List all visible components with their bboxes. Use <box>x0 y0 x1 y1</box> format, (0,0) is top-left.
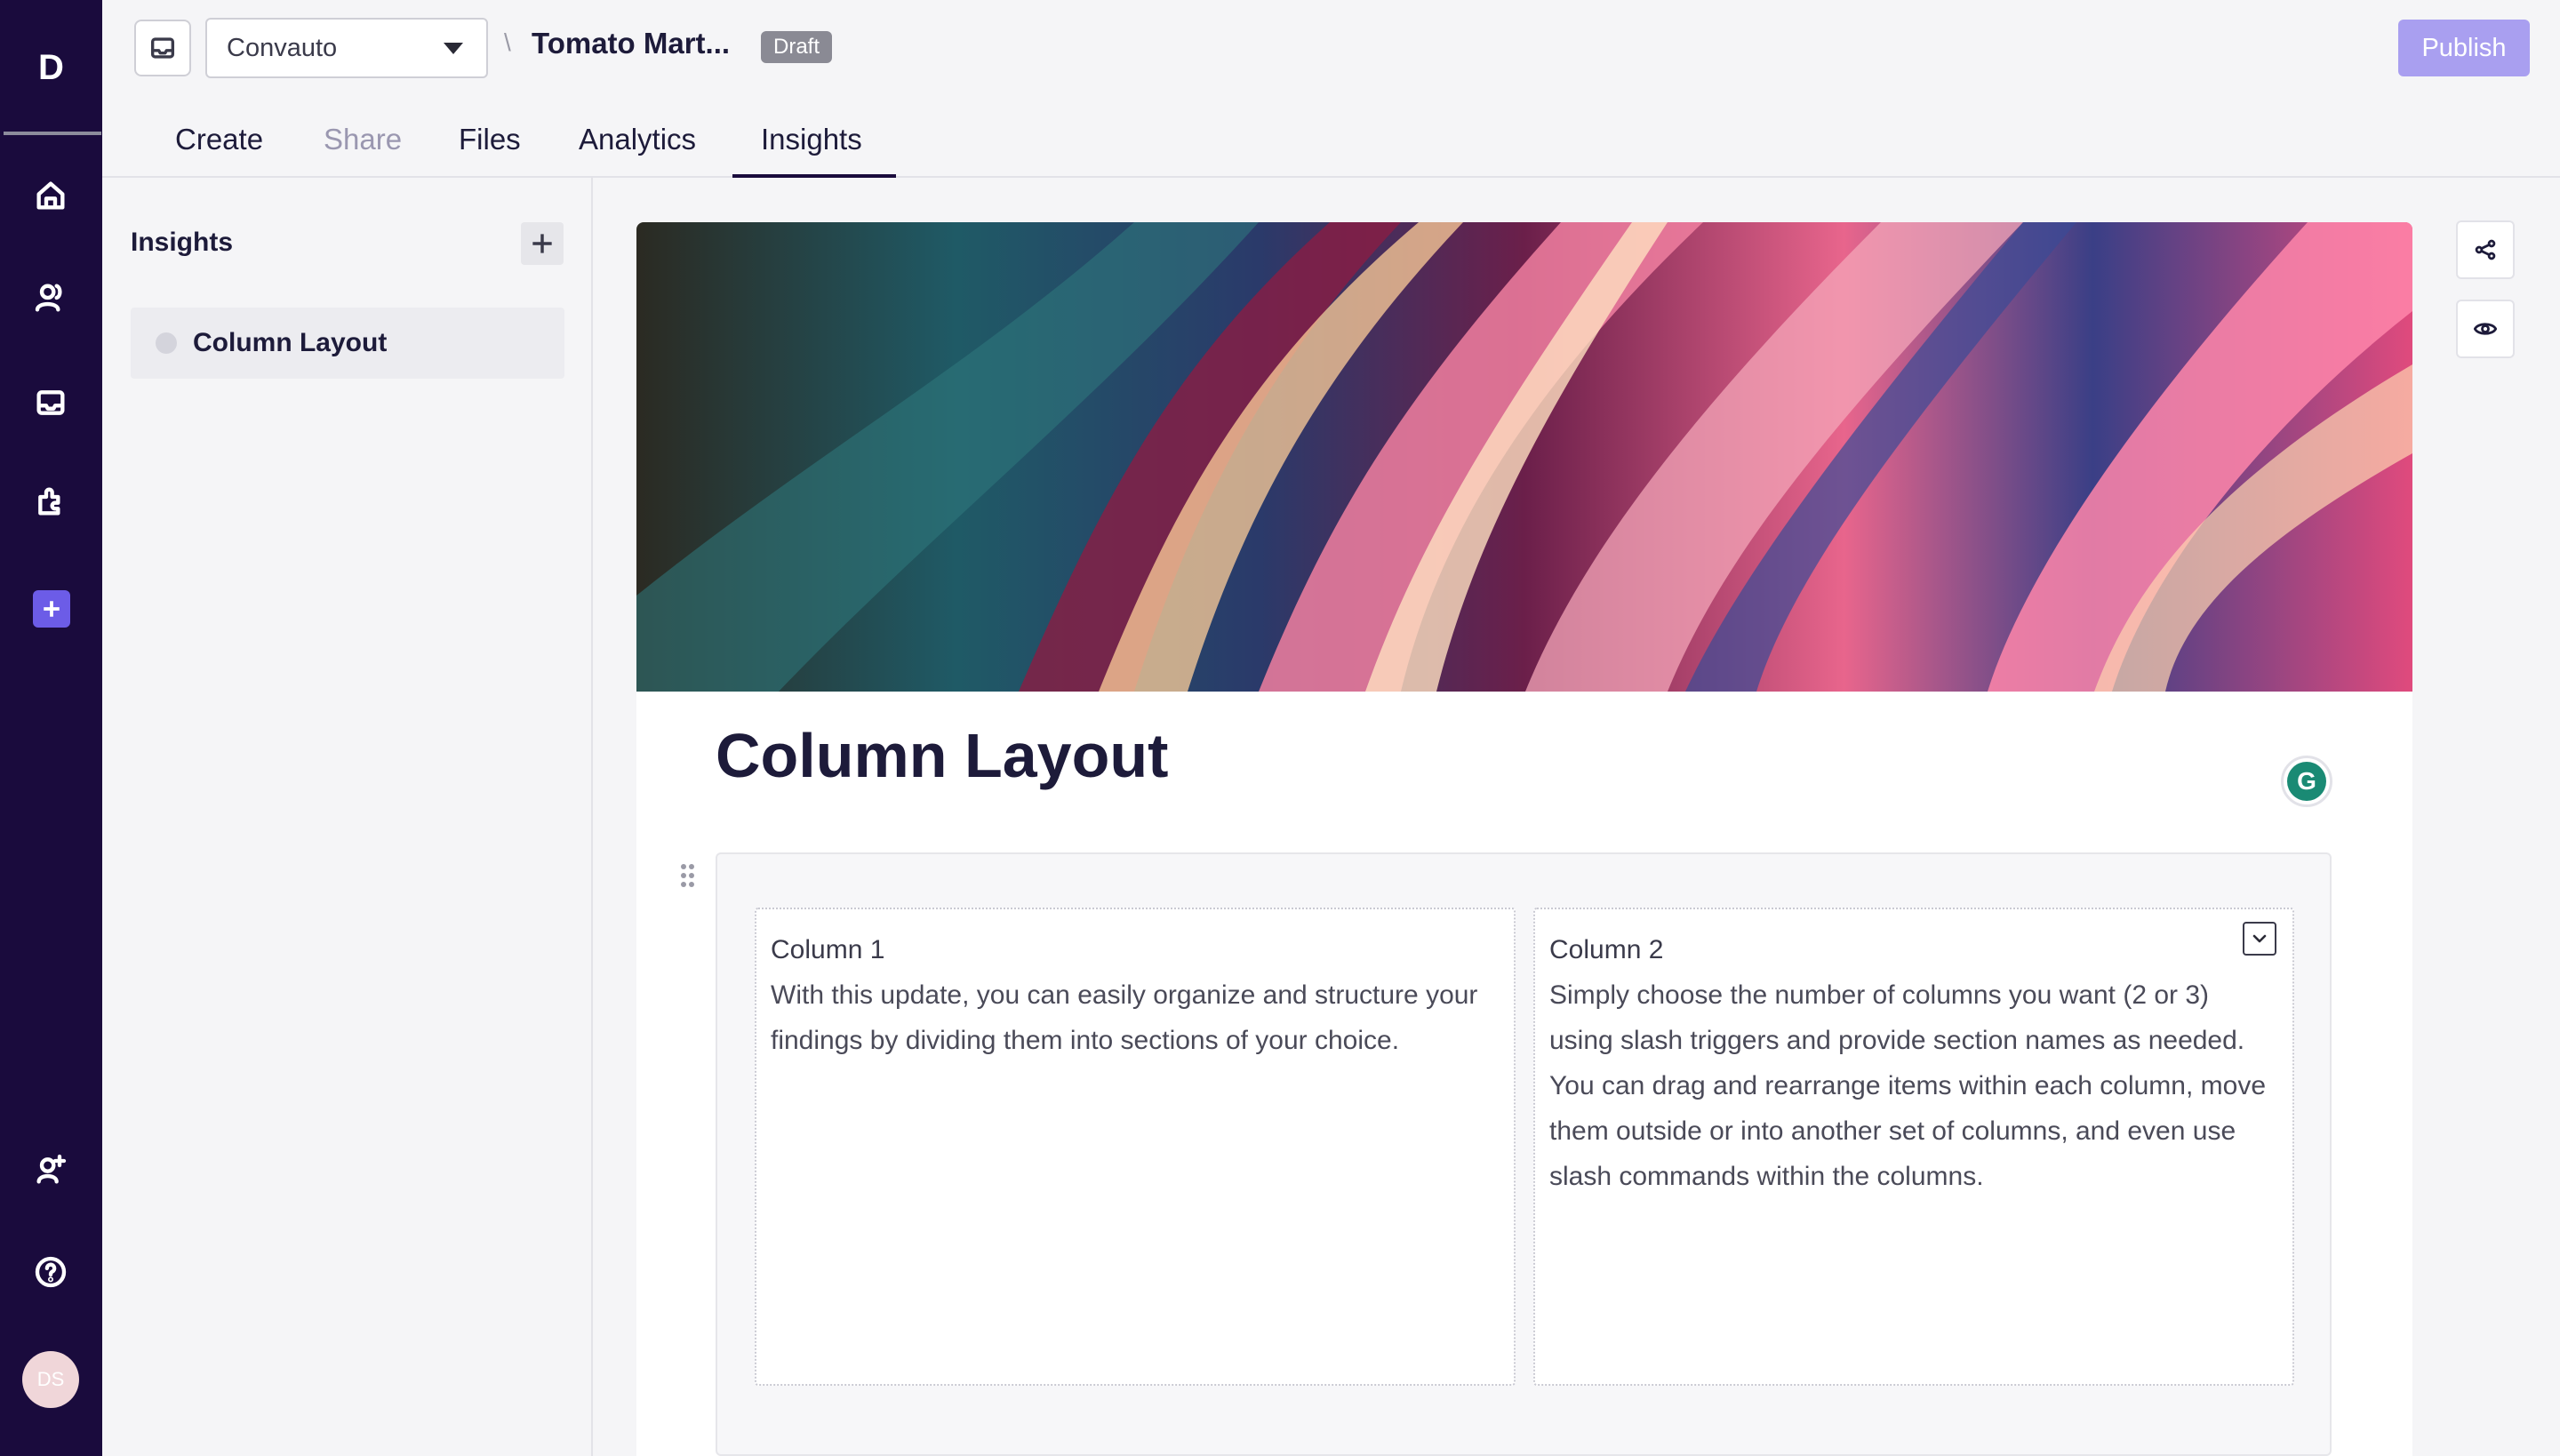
app-logo[interactable]: D <box>0 0 102 135</box>
column-heading[interactable]: Column 1 <box>771 927 1500 972</box>
drag-handle-icon[interactable] <box>679 864 697 891</box>
column-2[interactable]: Column 2 Simply choose the number of col… <box>1533 908 2294 1386</box>
insight-list-item[interactable]: Column Layout <box>131 308 564 379</box>
publish-button[interactable]: Publish <box>2398 20 2530 76</box>
column-options-button[interactable] <box>2243 922 2276 956</box>
rail-divider <box>4 132 101 135</box>
inbox-icon <box>150 37 175 59</box>
integrations-icon[interactable] <box>29 480 72 523</box>
chevron-down-icon <box>444 43 463 54</box>
top-header: Convauto \ Tomato Mart... Draft Publish … <box>102 0 2560 178</box>
breadcrumb-separator: \ <box>504 28 511 56</box>
workspace-select[interactable]: Convauto <box>205 18 488 78</box>
tab-analytics[interactable]: Analytics <box>579 123 696 156</box>
grammarly-icon[interactable]: G <box>2281 756 2332 807</box>
users-icon[interactable] <box>29 276 72 319</box>
cover-image[interactable] <box>636 222 2412 692</box>
app-rail: D DS <box>0 0 102 1456</box>
inbox-button[interactable] <box>134 20 191 76</box>
add-icon[interactable] <box>33 590 70 628</box>
workspace-select-value: Convauto <box>227 33 338 62</box>
help-icon[interactable] <box>29 1251 72 1293</box>
chevron-down-icon <box>2252 934 2267 943</box>
grammarly-logo-icon: G <box>2287 762 2326 801</box>
project-title[interactable]: Tomato Mart... <box>532 27 730 60</box>
home-icon[interactable] <box>29 174 72 217</box>
column-body[interactable]: Simply choose the number of columns you … <box>1549 972 2278 1199</box>
share-icon <box>2475 239 2496 260</box>
eye-icon <box>2473 323 2498 335</box>
insights-panel: Insights Column Layout <box>102 178 593 1456</box>
tab-insights[interactable]: Insights <box>761 123 862 156</box>
active-tab-indicator <box>732 174 896 178</box>
plus-icon <box>532 234 552 253</box>
status-badge: Draft <box>761 31 833 63</box>
tab-files[interactable]: Files <box>459 123 521 156</box>
tab-share[interactable]: Share <box>324 123 402 156</box>
add-insight-button[interactable] <box>521 222 564 265</box>
insights-panel-title: Insights <box>131 228 234 257</box>
column-1[interactable]: Column 1 With this update, you can easil… <box>755 908 1516 1386</box>
status-dot-icon <box>156 332 177 354</box>
insight-item-label: Column Layout <box>193 328 388 357</box>
column-layout-block[interactable]: Column 1 With this update, you can easil… <box>716 852 2332 1456</box>
column-body[interactable]: With this update, you can easily organiz… <box>771 972 1500 1063</box>
tab-bar: Create Share Files Analytics Insights <box>102 107 1169 178</box>
share-button[interactable] <box>2456 220 2515 279</box>
insight-document: Column Layout G Column 1 With this updat… <box>636 222 2412 1456</box>
document-title[interactable]: Column Layout <box>716 720 1168 791</box>
inbox-icon[interactable] <box>29 381 72 424</box>
avatar[interactable]: DS <box>22 1351 79 1408</box>
column-heading[interactable]: Column 2 <box>1549 927 2278 972</box>
invite-user-icon[interactable] <box>29 1148 72 1191</box>
preview-button[interactable] <box>2456 300 2515 358</box>
tab-create[interactable]: Create <box>175 123 263 156</box>
